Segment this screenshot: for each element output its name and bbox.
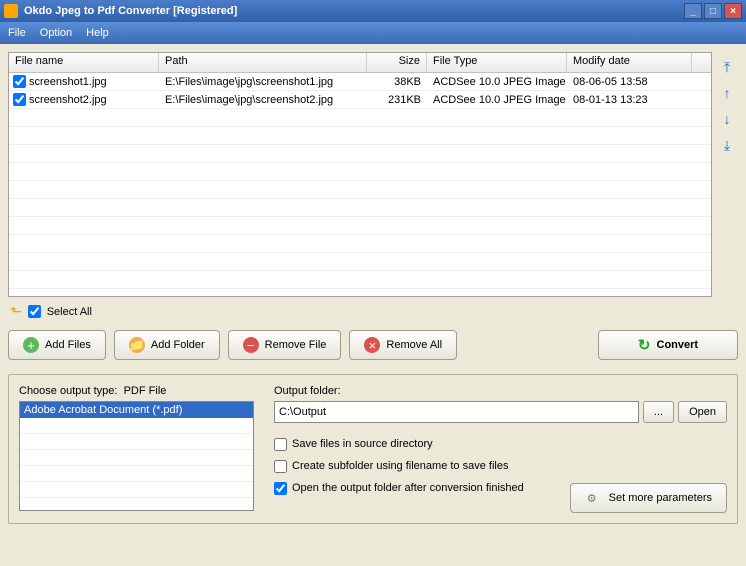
up-level-icon[interactable]: ⬑ bbox=[10, 303, 22, 320]
output-folder-label: Output folder: bbox=[274, 385, 727, 397]
save-source-label: Save files in source directory bbox=[292, 438, 433, 450]
settings-panel: Choose output type: PDF File Adobe Acrob… bbox=[8, 374, 738, 524]
table-row[interactable]: screenshot2.jpg E:\Files\image\jpg\screen… bbox=[9, 91, 711, 109]
move-bottom-icon[interactable]: ⤓ bbox=[718, 136, 736, 154]
plus-icon: + bbox=[23, 337, 39, 353]
add-files-button[interactable]: +Add Files bbox=[8, 330, 106, 360]
output-type-option[interactable]: Adobe Acrobat Document (*.pdf) bbox=[20, 402, 253, 418]
close-button[interactable]: × bbox=[724, 3, 742, 19]
gear-icon: ⚙ bbox=[585, 491, 599, 505]
output-type-list[interactable]: Adobe Acrobat Document (*.pdf) bbox=[19, 401, 254, 511]
minimize-button[interactable]: _ bbox=[684, 3, 702, 19]
table-header: File name Path Size File Type Modify dat… bbox=[9, 53, 711, 73]
row-checkbox[interactable] bbox=[13, 75, 26, 88]
menu-file[interactable]: File bbox=[8, 27, 26, 39]
file-table: File name Path Size File Type Modify dat… bbox=[8, 52, 712, 297]
row-filename: screenshot2.jpg bbox=[29, 94, 107, 106]
row-type: ACDSee 10.0 JPEG Image bbox=[427, 75, 567, 89]
row-path: E:\Files\image\jpg\screenshot2.jpg bbox=[159, 93, 367, 107]
col-header-type[interactable]: File Type bbox=[427, 53, 567, 72]
row-modified: 08-06-05 13:58 bbox=[567, 75, 692, 89]
col-header-path[interactable]: Path bbox=[159, 53, 367, 72]
row-modified: 08-01-13 13:23 bbox=[567, 93, 692, 107]
select-all-label: Select All bbox=[47, 306, 92, 318]
col-header-size[interactable]: Size bbox=[367, 53, 427, 72]
remove-file-button[interactable]: −Remove File bbox=[228, 330, 342, 360]
browse-button[interactable]: ... bbox=[643, 401, 674, 423]
x-icon: × bbox=[364, 337, 380, 353]
col-header-name[interactable]: File name bbox=[9, 53, 159, 72]
maximize-button[interactable]: □ bbox=[704, 3, 722, 19]
create-subfolder-checkbox[interactable] bbox=[274, 460, 287, 473]
folder-icon: 📁 bbox=[129, 337, 145, 353]
menu-bar: File Option Help bbox=[0, 22, 746, 44]
row-size: 38KB bbox=[367, 75, 427, 89]
output-folder-input[interactable] bbox=[274, 401, 639, 423]
open-after-label: Open the output folder after conversion … bbox=[292, 482, 524, 494]
window-title: Okdo Jpeg to Pdf Converter [Registered] bbox=[24, 5, 684, 17]
row-filename: screenshot1.jpg bbox=[29, 76, 107, 88]
row-size: 231KB bbox=[367, 93, 427, 107]
menu-help[interactable]: Help bbox=[86, 27, 109, 39]
app-logo-icon bbox=[4, 4, 18, 18]
row-path: E:\Files\image\jpg\screenshot1.jpg bbox=[159, 75, 367, 89]
remove-all-button[interactable]: ×Remove All bbox=[349, 330, 457, 360]
menu-option[interactable]: Option bbox=[40, 27, 72, 39]
select-all-checkbox[interactable] bbox=[28, 305, 41, 318]
add-folder-button[interactable]: 📁Add Folder bbox=[114, 330, 220, 360]
client-area: File name Path Size File Type Modify dat… bbox=[0, 44, 746, 566]
open-folder-button[interactable]: Open bbox=[678, 401, 727, 423]
save-source-checkbox[interactable] bbox=[274, 438, 287, 451]
reorder-controls: ⤒ ↑ ↓ ⤓ bbox=[716, 52, 738, 297]
move-down-icon[interactable]: ↓ bbox=[718, 110, 736, 128]
row-checkbox[interactable] bbox=[13, 93, 26, 106]
col-header-mod[interactable]: Modify date bbox=[567, 53, 692, 72]
minus-icon: − bbox=[243, 337, 259, 353]
move-top-icon[interactable]: ⤒ bbox=[718, 58, 736, 76]
move-up-icon[interactable]: ↑ bbox=[718, 84, 736, 102]
open-after-checkbox[interactable] bbox=[274, 482, 287, 495]
row-type: ACDSee 10.0 JPEG Image bbox=[427, 93, 567, 107]
convert-icon: ↻ bbox=[638, 336, 651, 354]
table-row[interactable]: screenshot1.jpg E:\Files\image\jpg\screen… bbox=[9, 73, 711, 91]
output-type-label: Choose output type: PDF File bbox=[19, 385, 254, 397]
title-bar: Okdo Jpeg to Pdf Converter [Registered] … bbox=[0, 0, 746, 22]
set-more-parameters-button[interactable]: ⚙Set more parameters bbox=[570, 483, 727, 513]
create-subfolder-label: Create subfolder using filename to save … bbox=[292, 460, 508, 472]
convert-button[interactable]: ↻Convert bbox=[598, 330, 738, 360]
